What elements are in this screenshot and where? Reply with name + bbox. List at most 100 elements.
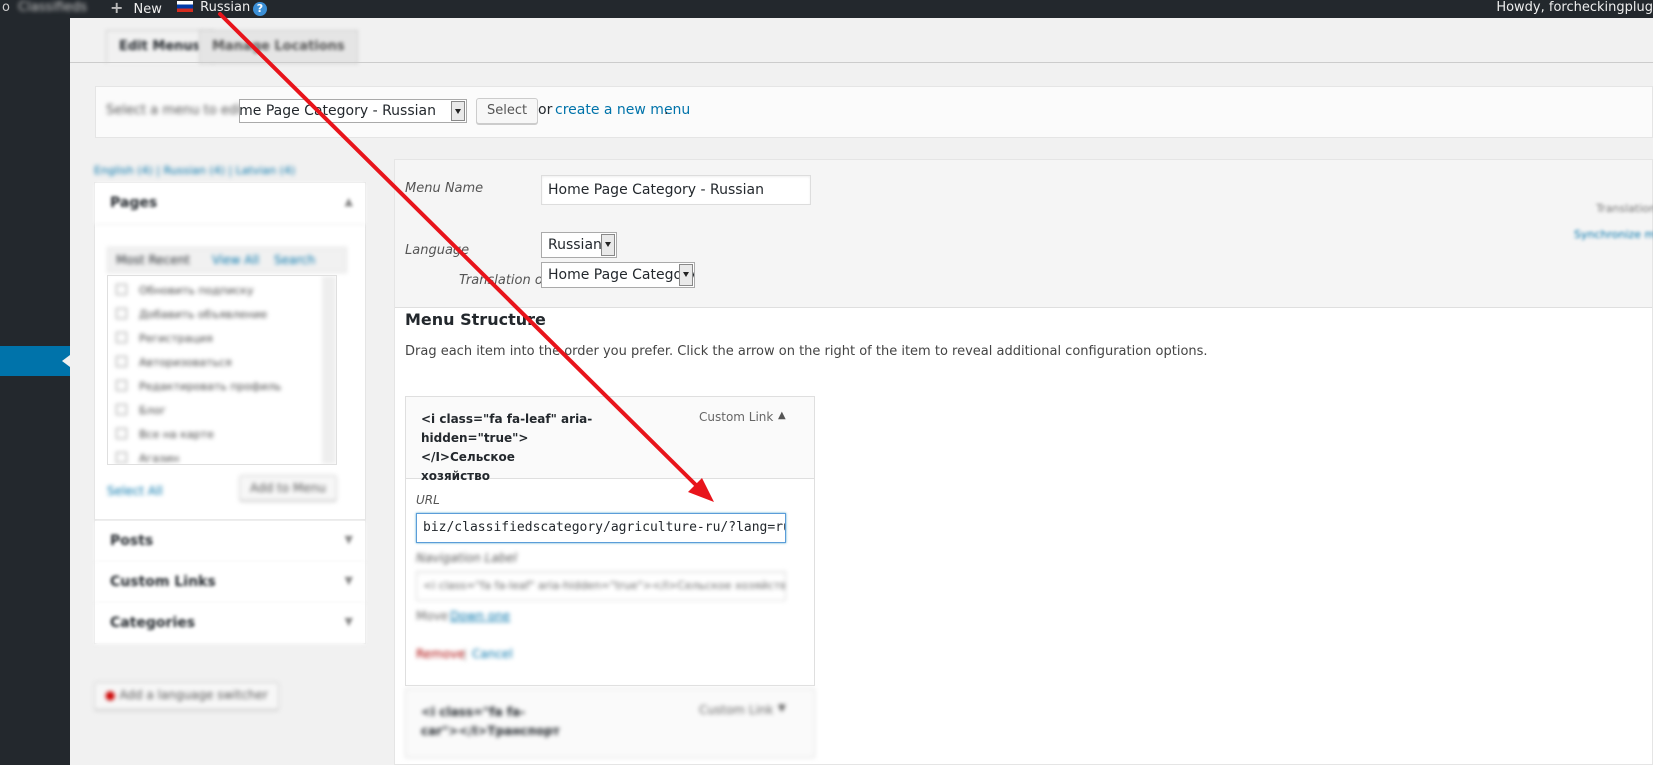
page-checklist-label: Обновить подписку: [139, 284, 254, 297]
menu-structure-title: Menu Structure: [405, 310, 546, 329]
cancel-link[interactable]: Cancel: [472, 647, 513, 661]
menu-items-sidebar: English (4) | Russian (4) | Latvian (4) …: [70, 18, 366, 765]
custom-links-accordion-title[interactable]: Custom Links ▼: [95, 562, 365, 604]
language-label: Russian: [200, 0, 251, 15]
chevron-down-icon: ▼: [344, 615, 353, 628]
pages-tab-row: Most Recent View All Search: [107, 247, 347, 273]
checkbox[interactable]: [116, 452, 127, 463]
expand-arrow-icon[interactable]: ▼: [778, 703, 786, 714]
url-label: URL: [416, 493, 440, 507]
page-checklist-label: Добавить объявление: [139, 308, 268, 321]
page-checklist-item[interactable]: Обновить подписку: [116, 284, 253, 297]
collapse-arrow-icon[interactable]: ▲: [778, 410, 786, 421]
my-account-link[interactable]: Howdy, forcheckingplug: [1496, 0, 1653, 18]
menu-item-handle[interactable]: <i class="fa fa-leaf" aria- hidden="true…: [406, 397, 814, 483]
page-checklist-label: Все на карте: [139, 428, 214, 441]
posts-title: Posts: [110, 533, 154, 549]
help-question-icon[interactable]: ?: [253, 2, 267, 16]
menu-item-agriculture: <i class="fa fa-leaf" aria- hidden="true…: [405, 396, 815, 686]
menu-name-input[interactable]: Home Page Category - Russian: [541, 175, 811, 205]
wp-logo-icon[interactable]: o: [2, 0, 10, 18]
custom-links-title: Custom Links: [110, 574, 216, 590]
admin-menu: [0, 18, 70, 765]
russian-flag-icon: [177, 1, 193, 12]
page-checklist-item[interactable]: Редактировать профиль: [116, 380, 281, 393]
add-language-switcher-label: Add a language switcher: [119, 688, 268, 702]
pages-scrollbar[interactable]: [322, 276, 336, 464]
pages-metabox: Pages ▲ Most Recent View All Search Обно…: [94, 182, 366, 520]
page-checklist-item[interactable]: Авторизоваться: [116, 356, 232, 369]
page-checklist-item[interactable]: Все на карте: [116, 428, 214, 441]
synchronize-link[interactable]: Synchronize menu: [1574, 228, 1653, 241]
checkbox[interactable]: [116, 332, 127, 343]
add-language-switcher-button[interactable]: ● Add a language switcher: [94, 682, 279, 710]
translation-side-text: Translation: [1596, 202, 1653, 215]
tab-most-recent[interactable]: Most Recent: [116, 253, 190, 267]
action-separator: |: [463, 647, 468, 661]
admin-bar: o Classifieds + New Russian ? Howdy, for…: [0, 0, 1653, 18]
create-new-menu-link[interactable]: create a new menu: [555, 102, 690, 118]
menu-item-type: Custom Link: [699, 703, 774, 717]
menu-item-type: Custom Link: [699, 410, 774, 424]
menu-header: Menu Name Home Page Category - Russian L…: [395, 160, 1653, 308]
add-to-menu-button[interactable]: Add to Menu: [239, 475, 337, 501]
new-content-link[interactable]: + New: [110, 0, 162, 18]
page-checklist-item[interactable]: Регистрация: [116, 332, 213, 345]
select-all-link[interactable]: Select All: [107, 484, 163, 498]
language-menu[interactable]: Russian: [177, 0, 250, 18]
menu-item-title-line: <i class="fa fa-leaf" aria-: [421, 412, 593, 426]
select-button[interactable]: Select: [476, 98, 539, 124]
checkbox[interactable]: [116, 380, 127, 391]
checkbox[interactable]: [116, 308, 127, 319]
menu-name-label: Menu Name: [405, 181, 484, 196]
chevron-up-icon: ▲: [344, 195, 353, 208]
language-select-value: Russian: [548, 237, 602, 253]
translation-select[interactable]: Home Page Category: [541, 262, 695, 288]
menu-management-panel: Menu Name Home Page Category - Russian L…: [394, 159, 1653, 765]
page-checklist-label: Редактировать профиль: [139, 380, 282, 393]
language-filter-links[interactable]: English (4) | Russian (4) | Latvian (4): [94, 164, 295, 177]
checkbox[interactable]: [116, 428, 127, 439]
menu-item-title: <i class="fa fa- car"></I>Транспорт: [421, 703, 560, 741]
posts-accordion-title[interactable]: Posts ▼: [95, 521, 365, 563]
menu-item-transport[interactable]: <i class="fa fa- car"></I>Транспорт Cust…: [405, 688, 815, 758]
plus-circle-icon: ●: [105, 688, 116, 702]
translation-of-label: Translation of: [459, 273, 548, 288]
move-down-link[interactable]: Down one: [450, 609, 510, 623]
checkbox[interactable]: [116, 404, 127, 415]
menu-structure-instructions: Drag each item into the order you prefer…: [405, 344, 1208, 359]
menu-item-title-line: <i class="fa fa-: [421, 705, 526, 719]
current-menu-arrow: [62, 355, 70, 367]
remove-link[interactable]: Remove: [416, 647, 465, 661]
checkbox[interactable]: [116, 284, 127, 295]
tab-view-all[interactable]: View All: [212, 253, 259, 267]
period-text: .: [664, 102, 669, 118]
page-checklist-item[interactable]: Блог: [116, 404, 166, 417]
menu-item-title: <i class="fa fa-leaf" aria- hidden="true…: [421, 410, 621, 486]
chevron-down-icon: [451, 101, 465, 121]
chevron-down-icon: [601, 234, 615, 256]
url-input[interactable]: biz/classifiedscategory/agriculture-ru/?…: [416, 513, 786, 543]
other-metaboxes: Posts ▼ Custom Links ▼ Categories ▼: [94, 520, 366, 645]
admin-menu-current-item[interactable]: [0, 346, 70, 376]
page-checklist-label: Агазин: [139, 452, 180, 465]
page-checklist-label: Авторизоваться: [139, 356, 232, 369]
page-checklist-label: Блог: [139, 404, 167, 417]
new-label: New: [133, 2, 162, 17]
chevron-down-icon: ▼: [344, 533, 353, 546]
navigation-label-label: Navigation Label: [416, 551, 517, 565]
pages-accordion-title[interactable]: Pages ▲: [95, 183, 365, 225]
page-checklist-item[interactable]: Агазин: [116, 452, 180, 465]
language-select[interactable]: Russian: [541, 232, 617, 258]
categories-accordion-title[interactable]: Categories ▼: [95, 603, 365, 645]
pages-checklist: Обновить подписку Добавить объявление Реги…: [107, 275, 337, 465]
checkbox[interactable]: [116, 356, 127, 367]
tab-search[interactable]: Search: [274, 253, 315, 267]
language-label: Language: [405, 243, 470, 258]
navigation-label-input[interactable]: <i class="fa fa-leaf" aria-hidden="true"…: [416, 571, 786, 601]
chevron-down-icon: [679, 264, 693, 286]
site-name-link[interactable]: Classifieds: [18, 0, 87, 18]
menu-item-title-line: хозяйство: [421, 469, 490, 483]
plus-icon: +: [110, 0, 124, 17]
page-checklist-item[interactable]: Добавить объявление: [116, 308, 267, 321]
